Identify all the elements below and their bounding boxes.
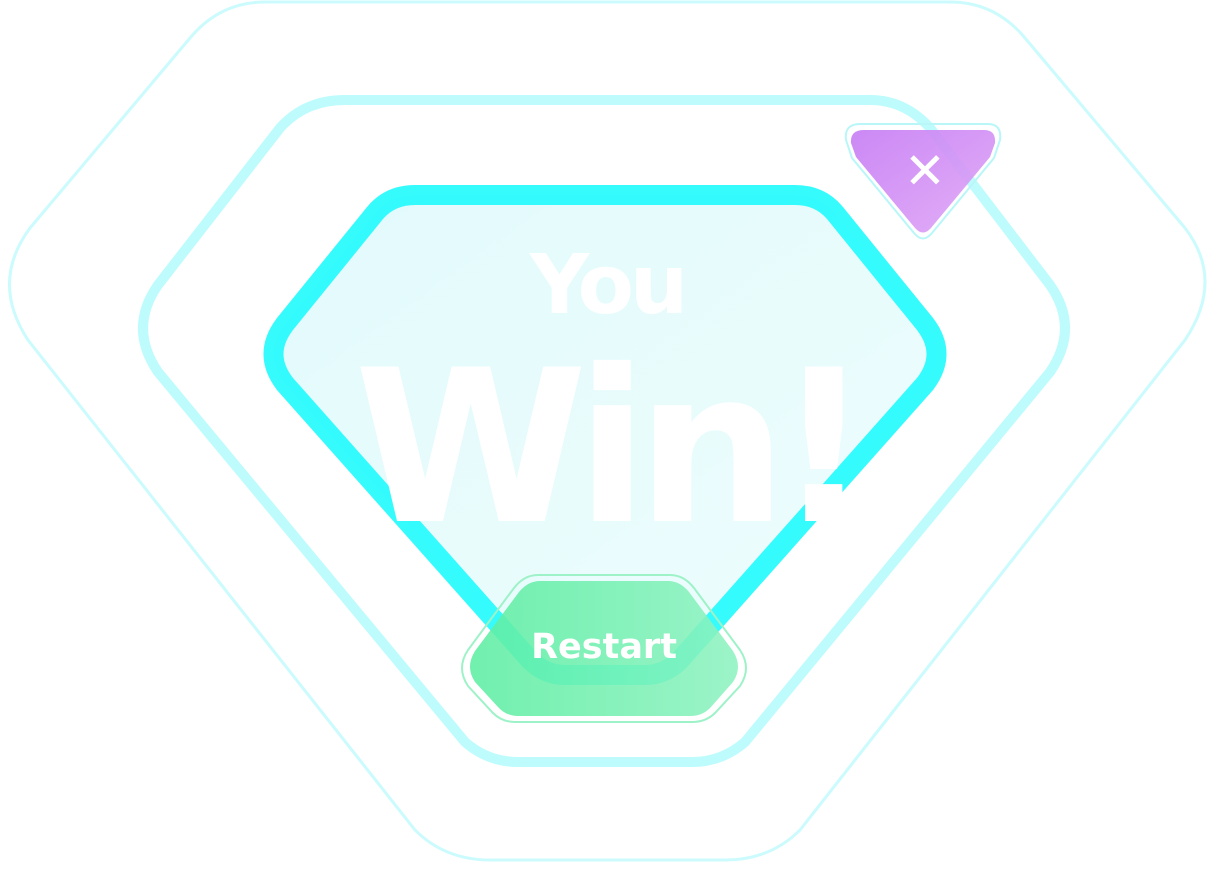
- close-button[interactable]: [844, 123, 1002, 240]
- restart-button-body: [470, 581, 738, 716]
- win-screen: You Win! Restart ✕: [0, 0, 1214, 893]
- restart-button[interactable]: [461, 574, 747, 723]
- controls-layer: [461, 123, 1002, 723]
- close-button-body: [850, 130, 996, 233]
